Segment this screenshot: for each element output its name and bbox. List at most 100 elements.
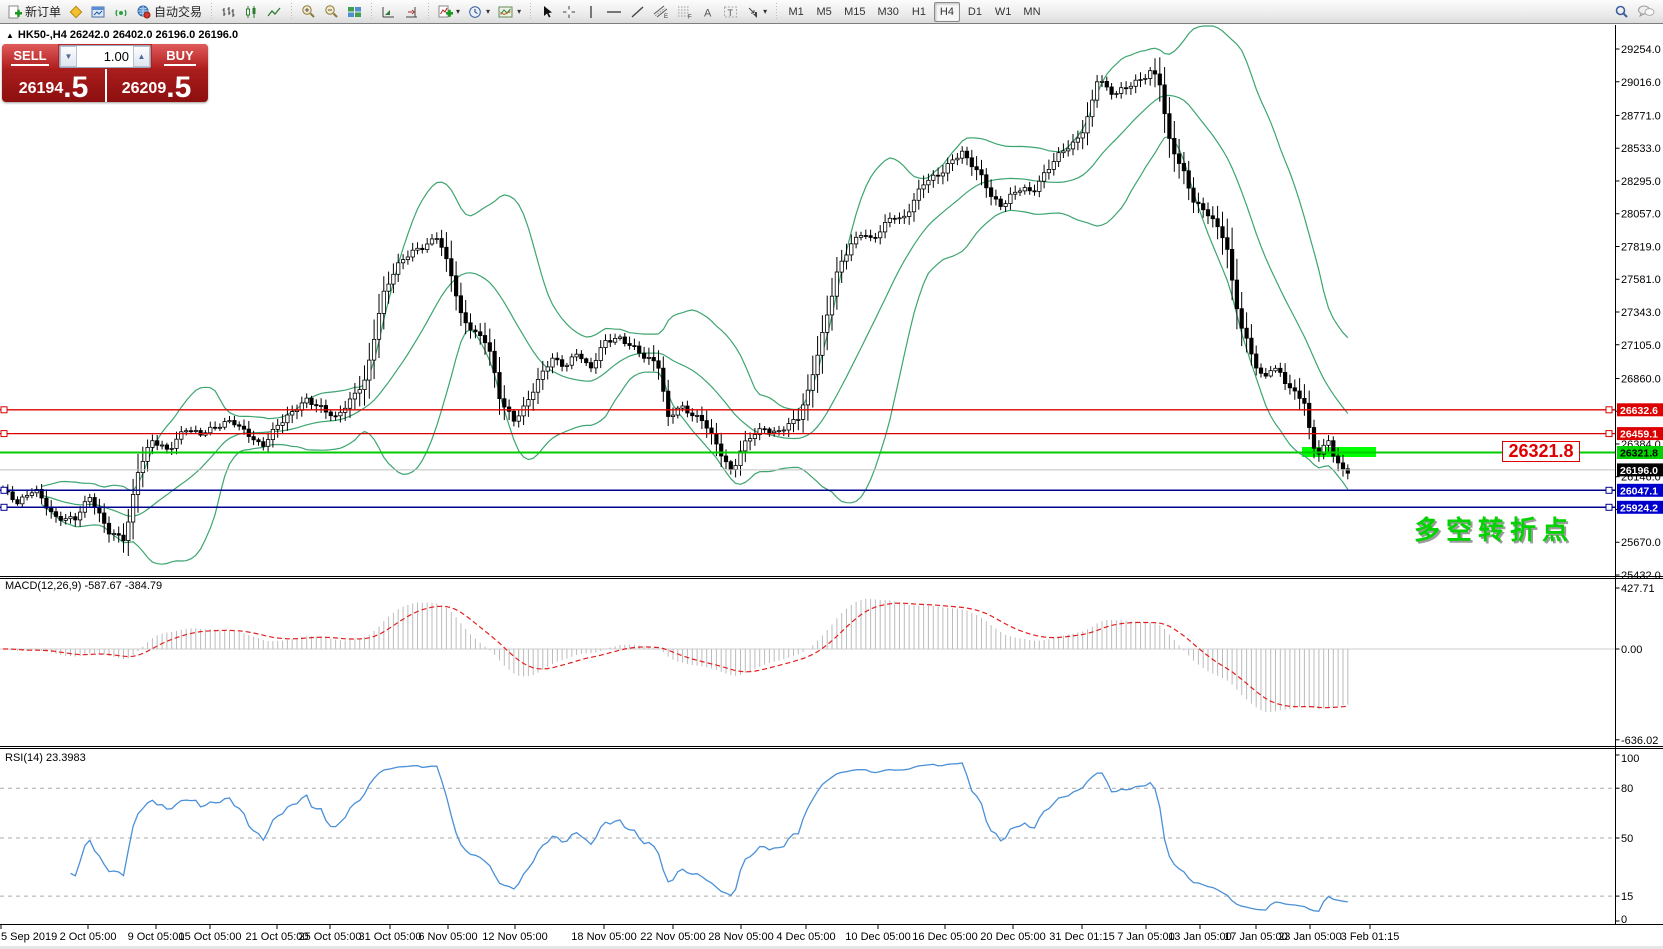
volume-increase-button[interactable]: ▲ (133, 46, 150, 67)
price-axis-label: 25432.0 (1621, 570, 1661, 582)
text-label-icon: T (723, 5, 738, 19)
text-button[interactable]: A (697, 2, 719, 22)
tile-windows-button[interactable] (343, 2, 366, 22)
time-axis-label[interactable]: 2 Oct 05:00 (60, 931, 117, 943)
timeframe-H4[interactable]: H4 (934, 2, 960, 22)
zoom-out-icon (324, 4, 339, 19)
chart-window-icon (91, 5, 106, 19)
symbol-title: ▲ HK50-,H4 26242.0 26402.0 26196.0 26196… (6, 29, 238, 41)
line-endpoint-marker[interactable] (1, 407, 7, 413)
timeframe-M1[interactable]: M1 (783, 2, 809, 22)
time-axis-label[interactable]: 16 Dec 05:00 (912, 931, 977, 943)
channel-button[interactable]: E (649, 2, 673, 22)
time-axis-label[interactable]: 5 Sep 2019 (1, 931, 57, 943)
line-endpoint-marker[interactable] (1606, 487, 1612, 493)
sell-price[interactable]: 26194.5 (2, 69, 105, 102)
horizontal-line-icon (606, 5, 622, 19)
timeframe-M15[interactable]: M15 (839, 2, 870, 22)
chart-canvas[interactable]: 29254.029016.028771.028533.028295.028057… (0, 0, 1663, 949)
timeframe-MN[interactable]: MN (1018, 2, 1045, 22)
price-callout-box[interactable]: 26321.8 (1502, 441, 1580, 462)
sell-button[interactable]: SELL (2, 44, 58, 69)
time-axis-label[interactable]: 6 Nov 05:00 (418, 931, 477, 943)
price-level-badge-text: 25924.2 (1620, 502, 1658, 514)
panel-collapse-arrow[interactable]: ▲ (6, 31, 14, 40)
time-axis-label[interactable]: 9 Oct 05:00 (128, 931, 185, 943)
bar-chart-icon (221, 5, 236, 19)
chart-shift-button[interactable] (400, 2, 423, 22)
search-icon (1614, 4, 1629, 19)
timeframe-M5[interactable]: M5 (811, 2, 837, 22)
macd-histogram (3, 599, 1348, 712)
time-axis-label[interactable]: 22 Nov 05:00 (640, 931, 705, 943)
time-axis-label[interactable]: 7 Jan 05:00 (1117, 931, 1175, 943)
timeframe-D1[interactable]: D1 (962, 2, 988, 22)
zoom-out-button[interactable] (320, 2, 343, 22)
equidistant-channel-icon: E (653, 4, 669, 19)
bar-chart-button[interactable] (217, 2, 240, 22)
periods-button[interactable]: ▾ (464, 2, 494, 22)
toolbar-grip (528, 3, 533, 21)
dropdown-caret-icon: ▾ (486, 7, 490, 16)
signals-button[interactable] (110, 2, 132, 22)
volume-stepper: ▼ 1.00 ▲ (59, 45, 151, 68)
dropdown-caret-icon: ▾ (456, 7, 460, 16)
macd-axis-label: 0.00 (1621, 644, 1642, 656)
price-axis-label: 27819.0 (1621, 242, 1661, 254)
indicators-button[interactable]: ▾ (434, 2, 464, 22)
vline-button[interactable] (580, 2, 602, 22)
time-axis-label[interactable]: 28 Nov 05:00 (708, 931, 773, 943)
trendline-button[interactable] (626, 2, 649, 22)
macd-signal-line (3, 603, 1348, 708)
time-axis-label[interactable]: 20 Dec 05:00 (980, 931, 1045, 943)
new-order-button[interactable]: 新订单 (4, 2, 65, 22)
templates-button[interactable]: ▾ (494, 2, 525, 22)
timeframe-M30[interactable]: M30 (873, 2, 904, 22)
chart-window-button[interactable] (87, 2, 110, 22)
line-endpoint-marker[interactable] (1606, 504, 1612, 510)
timeframe-H1[interactable]: H1 (906, 2, 932, 22)
zoom-in-icon (301, 4, 316, 19)
fibonacci-button[interactable]: F (673, 2, 697, 22)
rsi-label: RSI(14) 23.3983 (5, 752, 86, 764)
hline-button[interactable] (602, 2, 626, 22)
buy-price[interactable]: 26209.5 (105, 69, 208, 102)
volume-decrease-button[interactable]: ▼ (60, 46, 77, 67)
crosshair-button[interactable] (558, 2, 580, 22)
line-endpoint-marker[interactable] (1606, 431, 1612, 437)
text-label-button[interactable]: T (719, 2, 742, 22)
chat-button[interactable] (1633, 2, 1659, 22)
volume-field[interactable]: 1.00 (77, 46, 133, 67)
time-axis-label[interactable]: 18 Nov 05:00 (571, 931, 636, 943)
buy-button[interactable]: BUY (152, 44, 208, 69)
zoom-in-button[interactable] (297, 2, 320, 22)
line-endpoint-marker[interactable] (1, 431, 7, 437)
auto-scroll-button[interactable] (377, 2, 400, 22)
time-axis-label[interactable]: 12 Nov 05:00 (482, 931, 547, 943)
autotrade-button[interactable]: 自动交易 (132, 2, 206, 22)
time-axis-label[interactable]: 10 Dec 05:00 (845, 931, 910, 943)
price-axis-label: 28771.0 (1621, 111, 1661, 123)
arrows-button[interactable]: ▾ (742, 2, 771, 22)
chat-icon (1637, 4, 1655, 19)
line-endpoint-marker[interactable] (1606, 407, 1612, 413)
line-endpoint-marker[interactable] (1, 504, 7, 510)
time-axis-label[interactable]: 31 Oct 05:00 (359, 931, 422, 943)
time-axis-label[interactable]: 13 Jan 05:00 (1168, 931, 1232, 943)
search-button[interactable] (1610, 2, 1633, 22)
line-endpoint-marker[interactable] (1, 487, 7, 493)
time-axis-label[interactable]: 3 Feb 01:15 (1341, 931, 1400, 943)
time-axis-label[interactable]: 15 Oct 05:00 (179, 931, 242, 943)
time-axis-label[interactable]: 4 Dec 05:00 (776, 931, 835, 943)
time-axis-label[interactable]: 25 Oct 05:00 (299, 931, 362, 943)
time-axis-label[interactable]: 23 Jan 05:00 (1278, 931, 1342, 943)
candlestick-button[interactable] (240, 2, 263, 22)
cursor-button[interactable] (536, 2, 558, 22)
timeframe-W1[interactable]: W1 (990, 2, 1017, 22)
line-chart-button[interactable] (263, 2, 286, 22)
market-watch-button[interactable] (65, 2, 87, 22)
fibonacci-icon: F (677, 4, 693, 19)
rsi-axis-label: 80 (1621, 783, 1633, 795)
time-axis-label[interactable]: 31 Dec 01:15 (1049, 931, 1114, 943)
line-chart-icon (267, 5, 282, 19)
